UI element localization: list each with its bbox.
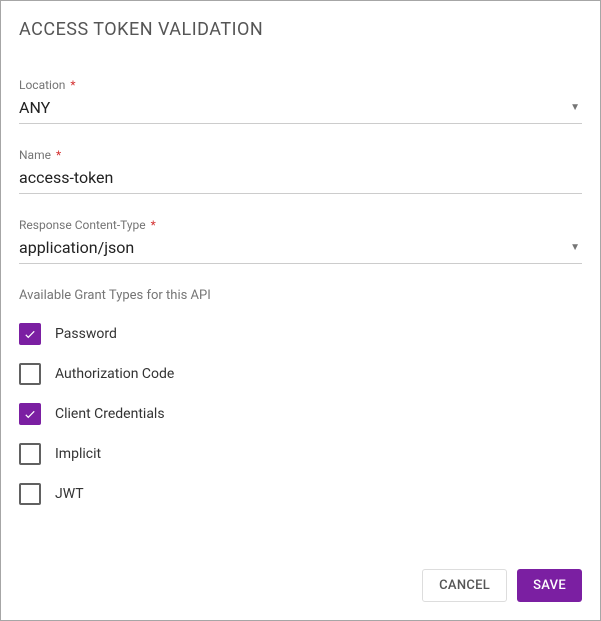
grant-type-row: Implicit [19, 443, 582, 465]
location-label: Location * [19, 78, 582, 92]
grant-type-checkbox[interactable] [19, 363, 41, 385]
grant-type-label: Implicit [55, 446, 101, 462]
content-type-select[interactable]: application/json ▼ [19, 236, 582, 264]
cancel-button[interactable]: CANCEL [422, 569, 507, 602]
grant-type-row: JWT [19, 483, 582, 505]
required-mark: * [151, 218, 156, 232]
name-label: Name * [19, 148, 582, 162]
chevron-down-icon: ▼ [568, 242, 582, 253]
grant-type-row: Client Credentials [19, 403, 582, 425]
chevron-down-icon: ▼ [568, 102, 582, 113]
name-input-wrap [19, 166, 582, 194]
grant-type-checkbox[interactable] [19, 403, 41, 425]
dialog: ACCESS TOKEN VALIDATION Location * ANY ▼… [0, 0, 601, 621]
name-label-text: Name [19, 148, 51, 162]
content-type-label: Response Content-Type * [19, 218, 582, 232]
content-type-field: Response Content-Type * application/json… [19, 218, 582, 264]
content-type-label-text: Response Content-Type [19, 218, 146, 232]
grant-type-row: Password [19, 323, 582, 345]
grant-type-label: Authorization Code [55, 366, 174, 382]
grant-type-label: Password [55, 326, 117, 342]
dialog-actions: CANCEL SAVE [1, 557, 600, 620]
check-icon [23, 407, 37, 421]
grant-types-label: Available Grant Types for this API [19, 288, 582, 303]
required-mark: * [56, 148, 61, 162]
required-mark: * [70, 78, 75, 92]
grant-type-checkbox[interactable] [19, 443, 41, 465]
location-value: ANY [19, 96, 568, 119]
grant-types-list: Password Authorization Code Client Credent… [19, 323, 582, 505]
name-input[interactable] [19, 166, 582, 189]
location-field: Location * ANY ▼ [19, 78, 582, 124]
grant-type-checkbox[interactable] [19, 483, 41, 505]
name-field: Name * [19, 148, 582, 194]
dialog-content: ACCESS TOKEN VALIDATION Location * ANY ▼… [1, 1, 600, 557]
grant-type-label: Client Credentials [55, 406, 165, 422]
dialog-title: ACCESS TOKEN VALIDATION [19, 19, 582, 40]
check-icon [23, 327, 37, 341]
location-select[interactable]: ANY ▼ [19, 96, 582, 124]
grant-type-label: JWT [55, 486, 84, 502]
grant-type-row: Authorization Code [19, 363, 582, 385]
save-button[interactable]: SAVE [517, 569, 582, 602]
location-label-text: Location [19, 78, 65, 92]
grant-type-checkbox[interactable] [19, 323, 41, 345]
content-type-value: application/json [19, 236, 568, 259]
